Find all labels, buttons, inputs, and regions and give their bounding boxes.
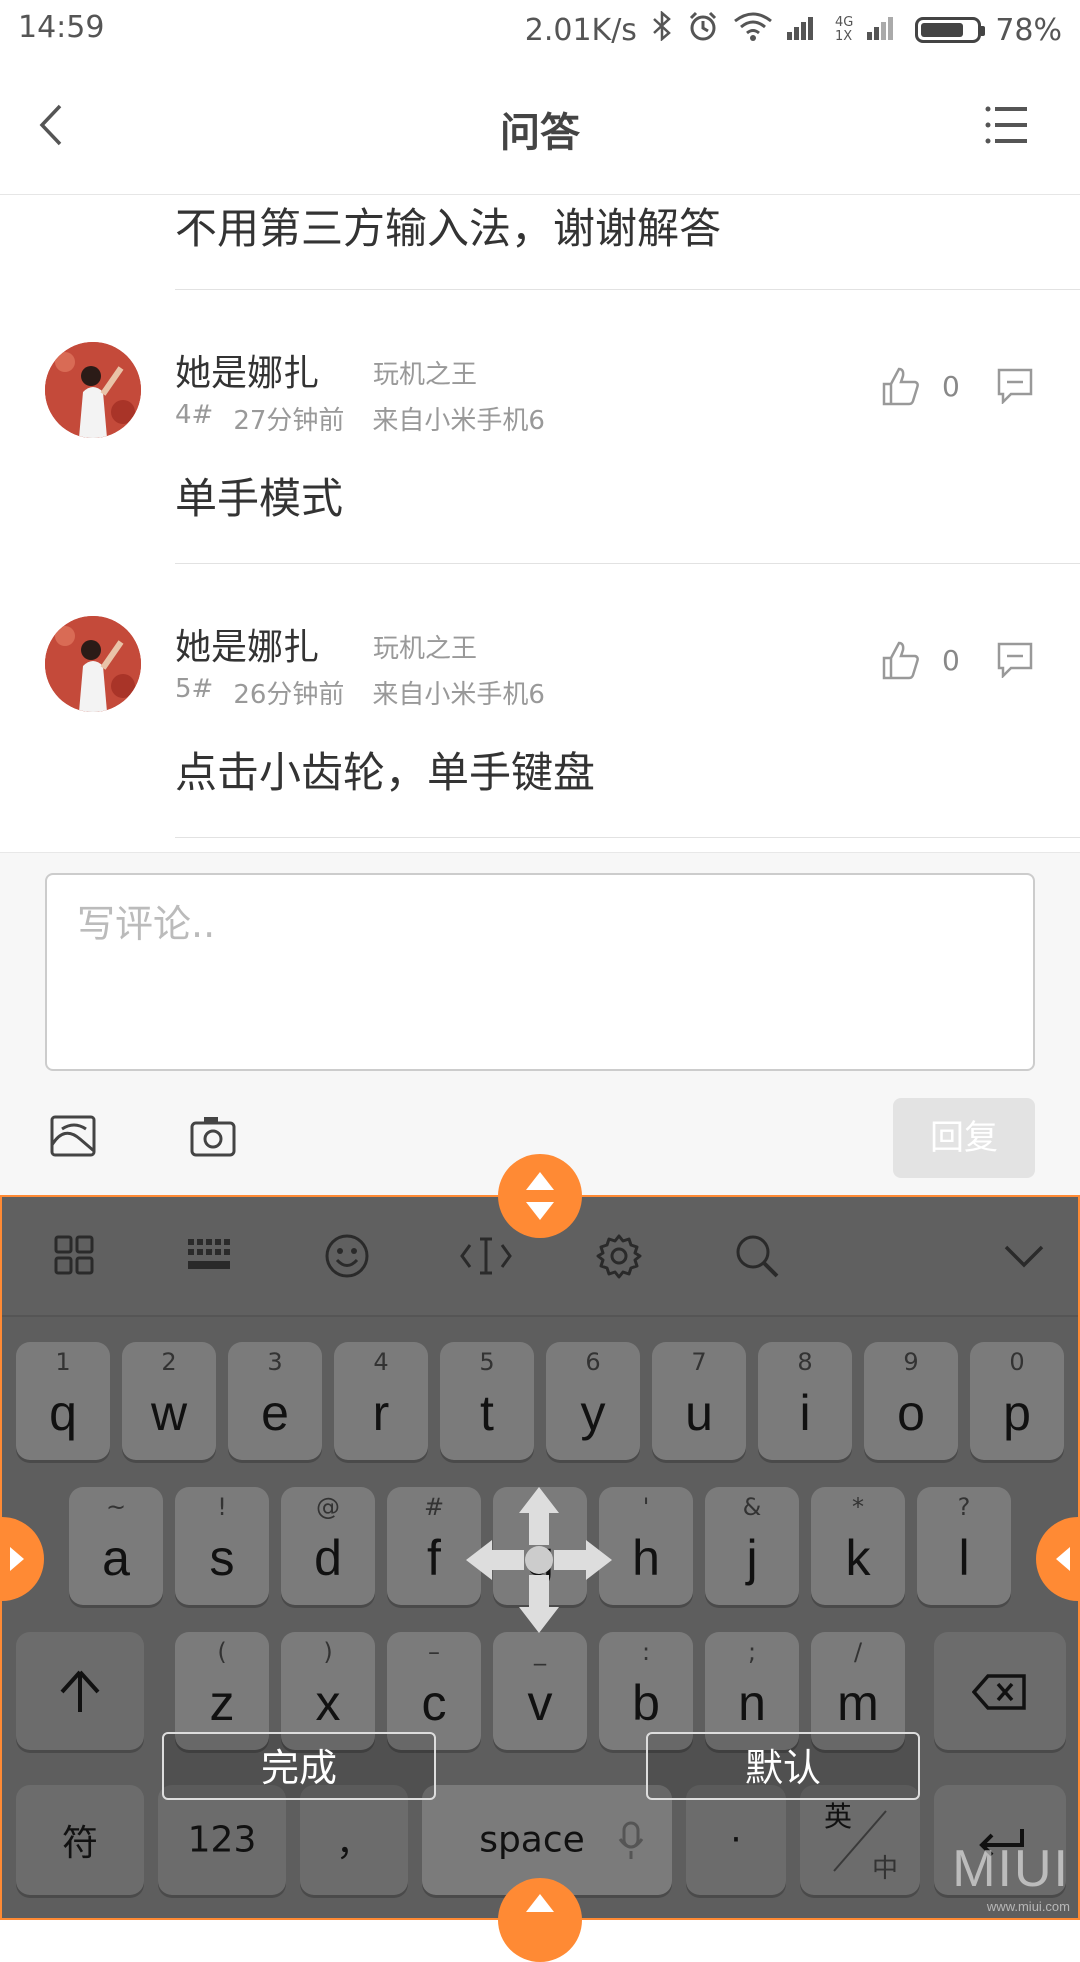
done-button[interactable]: 完成 — [162, 1732, 436, 1800]
move-keyboard-arrows-icon[interactable] — [464, 1485, 614, 1639]
floor-number: 5# — [175, 674, 214, 704]
post-source: 来自小米手机6 — [372, 406, 545, 436]
key-l[interactable]: ? l — [917, 1487, 1011, 1605]
key-v[interactable]: _ v — [493, 1632, 587, 1750]
like-button[interactable]: 0 — [882, 366, 960, 406]
cursor-move-icon[interactable] — [460, 1235, 512, 1281]
reply-text: 单手模式 — [175, 474, 344, 523]
floor-number: 4# — [175, 400, 214, 430]
left-expand-handle[interactable] — [0, 1517, 44, 1601]
key-p[interactable]: 0p — [970, 1342, 1064, 1460]
resize-arrows-icon — [526, 1172, 554, 1220]
previous-post-text: 不用第三方输入法，谢谢解答 — [175, 204, 722, 253]
reply-text: 点击小齿轮，单手键盘 — [175, 748, 596, 797]
post-time: 27分钟前 — [233, 406, 345, 436]
key-r[interactable]: 4r — [334, 1342, 428, 1460]
reply-item: 她是娜扎 玩机之王 4# 27分钟前 来自小米手机6 0 单手模式 — [0, 290, 1080, 564]
key-j[interactable]: & j — [705, 1487, 799, 1605]
camera-button[interactable] — [190, 1115, 236, 1161]
key-w[interactable]: 2w — [122, 1342, 216, 1460]
page-title: 问答 — [500, 110, 580, 156]
status-icons: 2.01K/s 4G 1X 78% — [525, 10, 1062, 50]
thumbs-up-icon — [882, 367, 919, 406]
user-name[interactable]: 她是娜扎 — [175, 344, 319, 396]
user-tag: 玩机之王 — [373, 634, 478, 664]
key-k[interactable]: * k — [811, 1487, 905, 1605]
bluetooth-icon — [651, 10, 673, 49]
comment-placeholder: 写评论.. — [77, 902, 216, 946]
network-speed: 2.01K/s — [524, 12, 637, 48]
user-name[interactable]: 她是娜扎 — [175, 618, 319, 670]
resize-handle[interactable] — [498, 1154, 582, 1238]
comment-button[interactable] — [997, 368, 1033, 408]
key-t[interactable]: 5t — [440, 1342, 534, 1460]
comment-icon — [997, 368, 1033, 406]
network-type: 4G 1X — [834, 15, 854, 44]
avatar[interactable] — [45, 342, 141, 438]
camera-icon — [190, 1117, 236, 1157]
signal-icon-2 — [867, 13, 901, 48]
like-count: 0 — [942, 643, 960, 677]
collapse-keyboard-icon[interactable] — [1004, 1243, 1044, 1273]
comment-composer: 写评论.. 回复 — [0, 852, 1080, 1198]
keyboard-layout-icon[interactable] — [188, 1239, 232, 1275]
alarm-icon — [687, 10, 719, 50]
right-expand-handle[interactable] — [1036, 1517, 1080, 1601]
comment-input[interactable]: 写评论.. — [45, 873, 1035, 1071]
user-tag: 玩机之王 — [373, 360, 478, 390]
symbol-key[interactable]: 符 — [16, 1785, 144, 1895]
backspace-icon — [972, 1674, 1026, 1710]
reply-meta: 4# 27分钟前 来自小米手机6 — [175, 400, 545, 437]
signal-icon — [786, 13, 821, 48]
status-time: 14:59 — [18, 10, 105, 45]
app-header: 问答 — [0, 60, 1080, 195]
key-i[interactable]: 8i — [758, 1342, 852, 1460]
like-count: 0 — [942, 369, 960, 403]
arrow-up-icon — [526, 1894, 554, 1912]
reply-item: 她是娜扎 玩机之王 5# 26分钟前 来自小米手机6 0 点击小齿轮，单手键盘 — [0, 564, 1080, 838]
list-menu-icon — [985, 106, 1027, 144]
post-source: 来自小米手机6 — [372, 680, 545, 710]
shift-arrow-icon — [60, 1670, 100, 1712]
like-button[interactable]: 0 — [882, 640, 960, 680]
reply-meta: 5# 26分钟前 来自小米手机6 — [175, 674, 545, 711]
settings-gear-icon[interactable] — [596, 1233, 642, 1283]
emoji-icon[interactable] — [324, 1233, 370, 1283]
reply-button[interactable]: 回复 — [893, 1098, 1035, 1178]
key-d[interactable]: @ d — [281, 1487, 375, 1605]
bottom-handle[interactable] — [498, 1878, 582, 1962]
language-switch-key[interactable]: 英 中 — [800, 1785, 920, 1895]
default-button[interactable]: 默认 — [646, 1732, 920, 1800]
key-a[interactable]: ~ a — [69, 1487, 163, 1605]
post-time: 26分钟前 — [233, 680, 345, 710]
menu-button[interactable] — [984, 104, 1028, 148]
image-icon — [50, 1115, 96, 1157]
image-button[interactable] — [50, 1115, 96, 1161]
divider — [175, 837, 1080, 838]
shift-key[interactable] — [16, 1632, 144, 1750]
key-y[interactable]: 6y — [546, 1342, 640, 1460]
comment-button[interactable] — [997, 642, 1033, 682]
battery-icon — [915, 17, 986, 43]
keyboard: 1q2w3e4r5t6y7u8i9o0p~a!s@d#fg'h&j*k?l(z)… — [0, 1195, 1080, 1920]
key-o[interactable]: 9o — [864, 1342, 958, 1460]
key-s[interactable]: ! s — [175, 1487, 269, 1605]
search-icon[interactable] — [734, 1233, 780, 1283]
key-q[interactable]: 1q — [16, 1342, 110, 1460]
status-bar: 14:59 2.01K/s 4G 1X 78% — [0, 0, 1080, 60]
grid-apps-icon[interactable] — [54, 1235, 94, 1279]
microphone-icon[interactable] — [618, 1821, 644, 1861]
miui-watermark: MIUI www.miui.com — [952, 1840, 1070, 1914]
wifi-icon — [733, 11, 773, 49]
comment-icon — [997, 642, 1033, 680]
key-u[interactable]: 7u — [652, 1342, 746, 1460]
backspace-key[interactable] — [934, 1632, 1066, 1750]
avatar[interactable] — [45, 616, 141, 712]
thumbs-up-icon — [882, 641, 919, 680]
key-e[interactable]: 3e — [228, 1342, 322, 1460]
battery-percent: 78% — [995, 12, 1062, 48]
